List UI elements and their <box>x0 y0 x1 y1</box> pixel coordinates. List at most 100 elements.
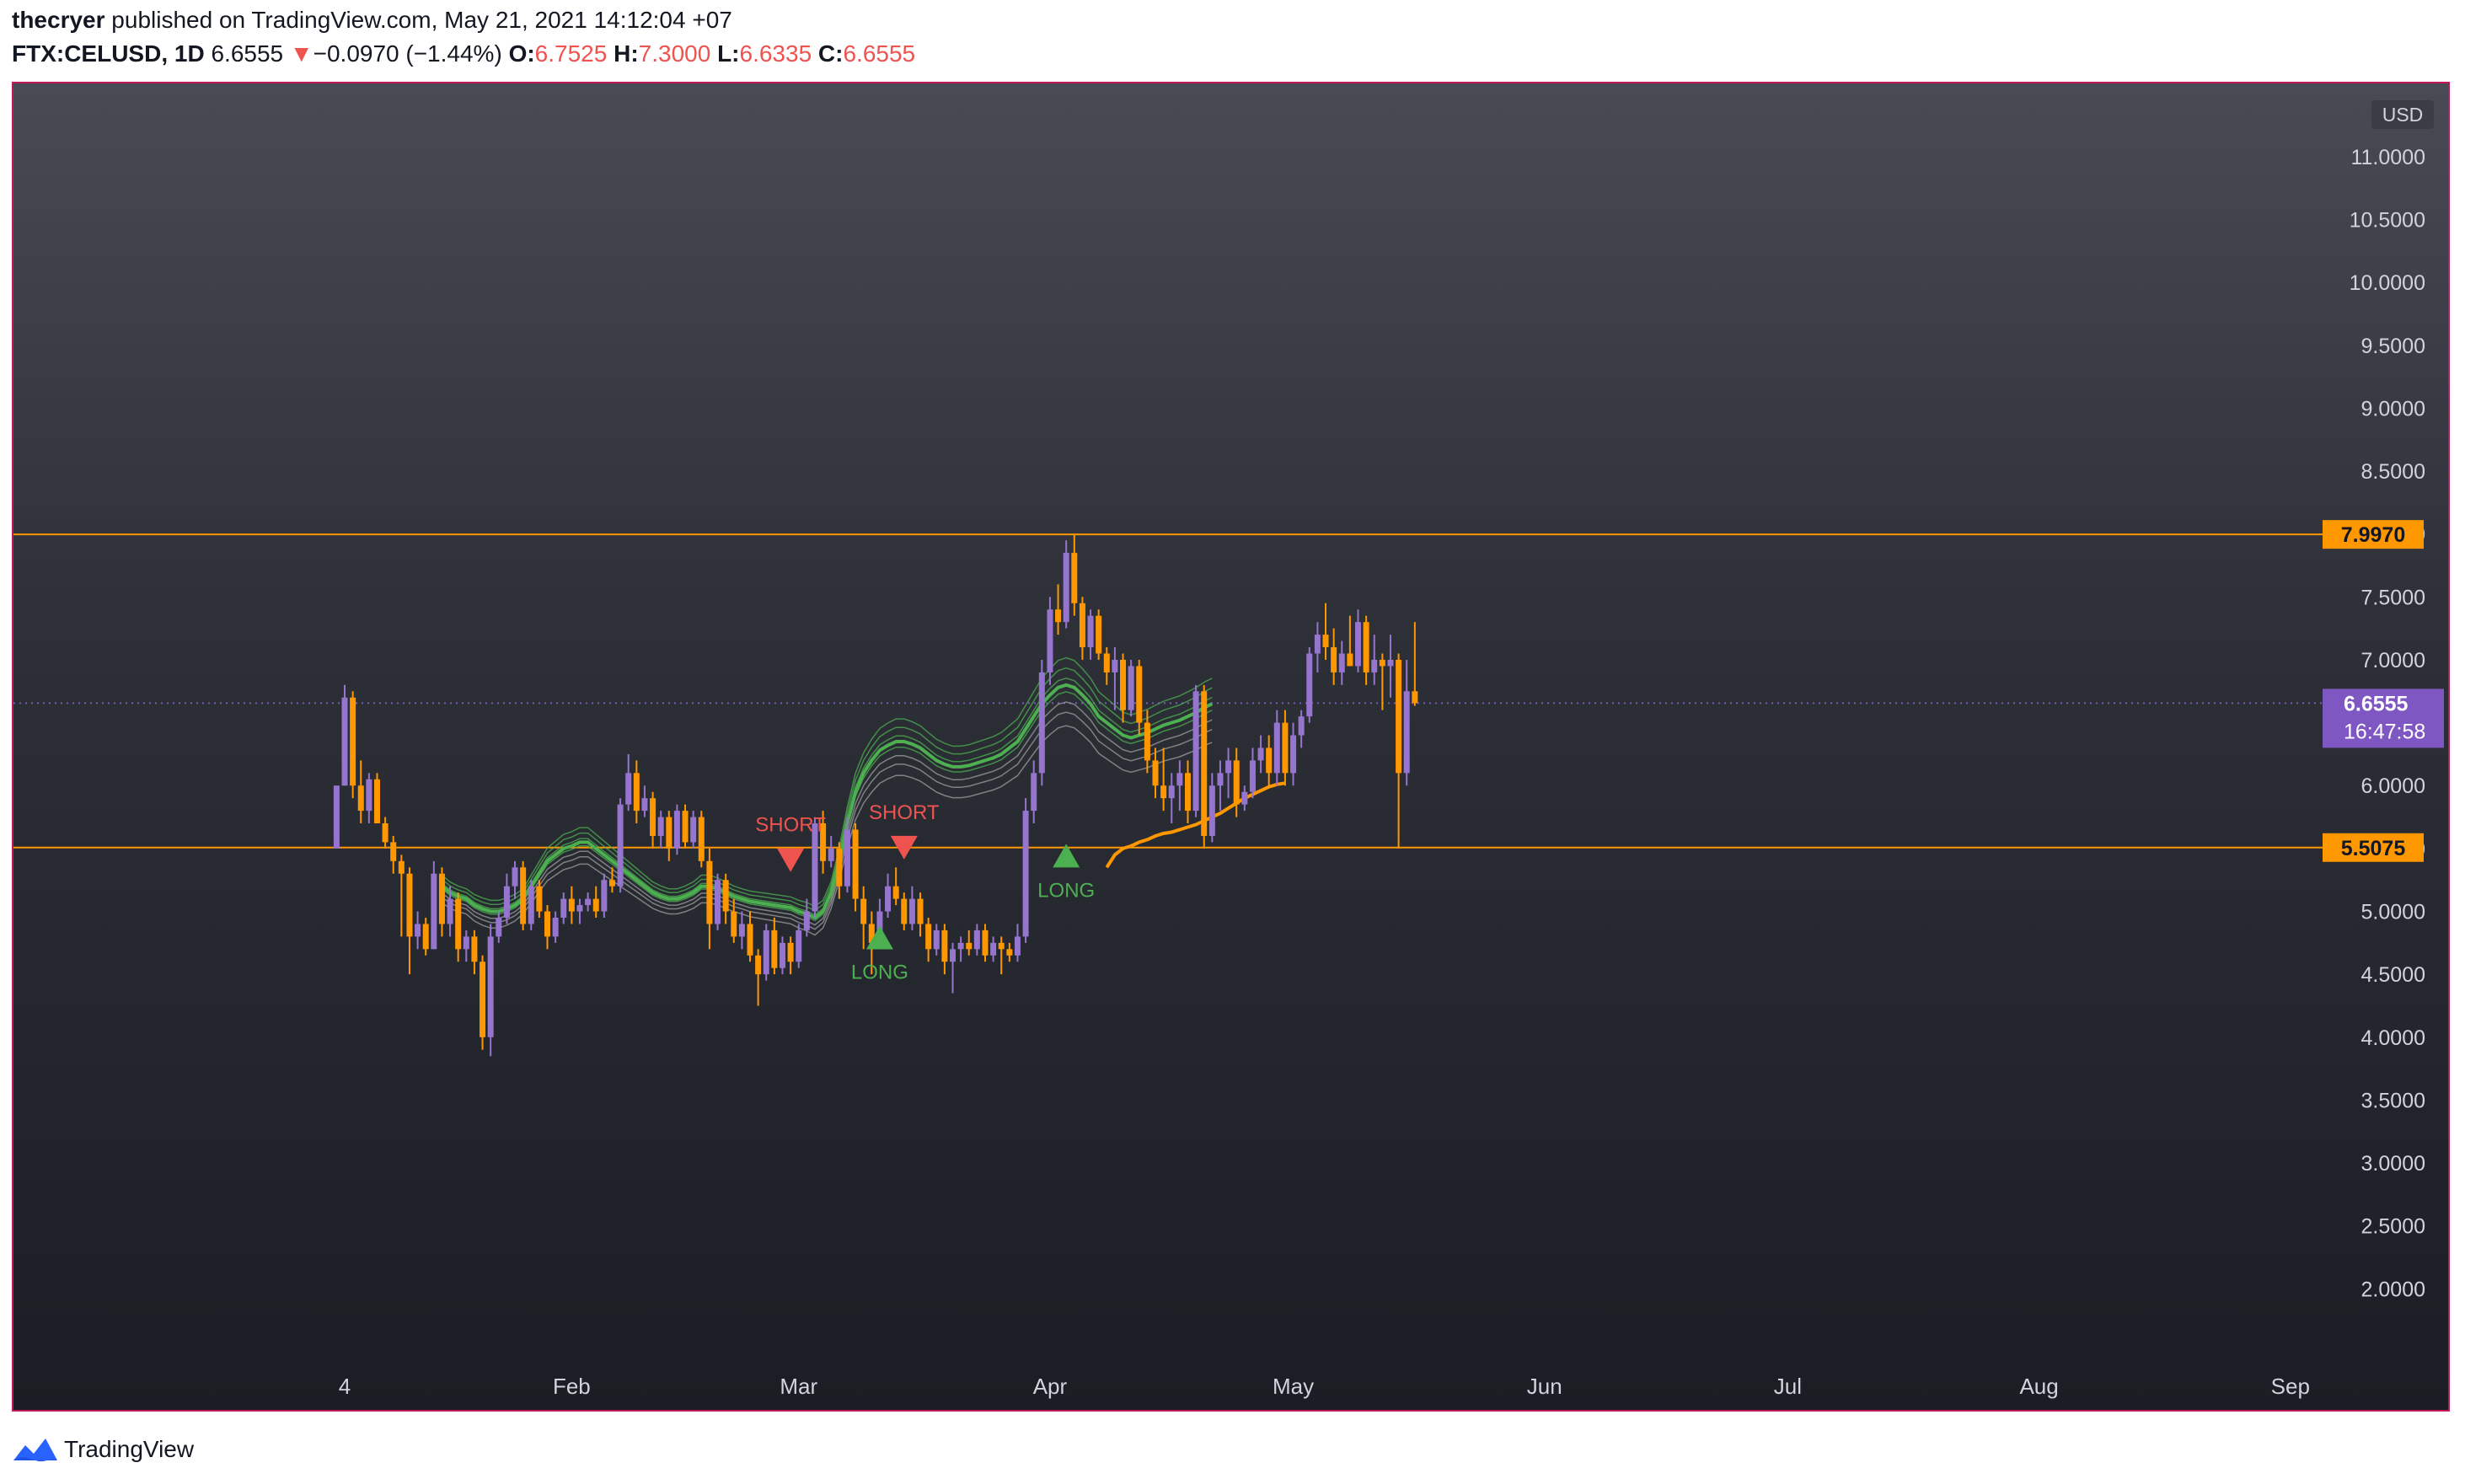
candle-body <box>390 842 397 861</box>
candle-body <box>1273 722 1280 774</box>
candle-body <box>1022 811 1029 937</box>
candle-body <box>1306 653 1313 717</box>
y-tick-label: 10.5000 <box>2350 208 2425 232</box>
candle-body <box>706 860 713 924</box>
y-tick-label: 9.0000 <box>2361 397 2425 421</box>
candle-body <box>779 942 785 968</box>
candle-body <box>1112 659 1118 672</box>
candle-body <box>382 823 389 843</box>
y-tick-label: 3.5000 <box>2361 1089 2425 1112</box>
close-label: C: <box>817 40 844 67</box>
ribbon-line <box>441 691 1213 922</box>
x-tick-label: Feb <box>553 1374 591 1399</box>
y-tick-label: 8.5000 <box>2361 460 2425 484</box>
candle-body <box>1371 659 1378 672</box>
candle-body <box>998 942 1005 950</box>
level-price-label: 7.9970 <box>2341 523 2405 547</box>
candle-body <box>925 924 932 950</box>
candle-body <box>1379 659 1385 667</box>
publish-info: thecryer published on TradingView.com, M… <box>12 7 732 34</box>
y-tick-label: 4.5000 <box>2361 963 2425 987</box>
candle-body <box>512 867 518 887</box>
candle-body <box>1282 722 1289 774</box>
candle-body <box>333 785 340 849</box>
y-tick-label: 6.0000 <box>2361 774 2425 798</box>
candle-body <box>1257 747 1264 761</box>
x-tick-label: Jun <box>1527 1374 1562 1399</box>
low-label: L: <box>717 40 740 67</box>
candle-body <box>763 930 769 975</box>
candle-body <box>1355 622 1361 667</box>
candle-body <box>1403 691 1410 774</box>
y-tick-label: 7.5000 <box>2361 586 2425 609</box>
candle-body <box>787 942 794 962</box>
candle-body <box>1192 691 1199 812</box>
candle-body <box>1176 773 1183 786</box>
chart-panel[interactable]: 11.000010.500010.00009.50009.00008.50008… <box>12 82 2450 1412</box>
candle-body <box>1363 622 1369 672</box>
current-price-label: 6.6555 <box>2344 692 2409 715</box>
candle-body <box>698 817 705 861</box>
candle-body <box>487 936 494 1037</box>
y-tick-label: 2.5000 <box>2361 1215 2425 1239</box>
candle-body <box>1249 760 1256 792</box>
candle-body <box>1290 735 1297 774</box>
candle-body <box>973 930 980 950</box>
y-tick-label: 10.0000 <box>2350 271 2425 295</box>
candle-body <box>455 898 462 950</box>
candle-body <box>560 898 567 918</box>
y-tick-label: 2.0000 <box>2361 1278 2425 1301</box>
candle-body <box>828 848 834 861</box>
candle-body <box>796 930 802 962</box>
author-name[interactable]: thecryer <box>12 7 105 33</box>
x-tick-label: 4 <box>339 1374 351 1399</box>
candle-body <box>438 873 445 924</box>
candle-body <box>892 886 899 899</box>
candle-body <box>1387 659 1394 667</box>
candle-body <box>1063 553 1069 623</box>
candle-body <box>901 898 908 924</box>
candle-body <box>350 697 356 786</box>
candle-body <box>536 886 543 912</box>
candle-body <box>1208 785 1215 836</box>
high-value: 7.3000 <box>638 40 711 67</box>
candle-body <box>1014 936 1021 956</box>
candle-body <box>690 817 697 843</box>
long-signal-label: LONG <box>1037 879 1095 902</box>
short-signal-icon <box>777 848 805 872</box>
high-label: H: <box>614 40 639 67</box>
candle-body <box>576 905 583 912</box>
tradingview-logo-icon[interactable] <box>12 1435 59 1464</box>
candle-body <box>552 917 559 937</box>
published-text: published on TradingView.com, May 21, 20… <box>111 7 732 33</box>
x-tick-label: Aug <box>2019 1374 2058 1399</box>
candle-body <box>422 924 429 950</box>
candle-body <box>673 811 680 849</box>
currency-label: USD <box>2382 104 2424 126</box>
candle-body <box>1144 722 1150 761</box>
candle-body <box>917 898 924 924</box>
candle-body <box>585 898 592 906</box>
candle-body <box>1338 653 1345 672</box>
open-value: 6.7525 <box>534 40 608 67</box>
candle-body <box>528 886 534 924</box>
candle-body <box>860 898 867 924</box>
candle-body <box>1225 760 1232 774</box>
price-chart[interactable]: 11.000010.500010.00009.50009.00008.50008… <box>13 83 2448 1410</box>
candle-body <box>1152 760 1159 786</box>
candle-body <box>601 880 608 912</box>
symbol-info-bar: FTX:CELUSD, 1D 6.6555 ▼−0.0970 (−1.44%) … <box>12 40 915 67</box>
candle-body <box>722 880 729 912</box>
last-price: 6.6555 <box>211 40 284 67</box>
y-tick-label: 9.5000 <box>2361 335 2425 358</box>
candle-body <box>1031 773 1037 812</box>
candle-body <box>503 886 510 918</box>
tradingview-brand[interactable]: TradingView <box>64 1436 194 1463</box>
candle-body <box>1298 716 1305 736</box>
candle-body <box>544 911 550 937</box>
candle-body <box>738 924 745 937</box>
x-tick-label: Jul <box>1774 1374 1802 1399</box>
candle-body <box>1331 647 1337 672</box>
candle-body <box>908 898 915 924</box>
candle-body <box>885 886 892 912</box>
